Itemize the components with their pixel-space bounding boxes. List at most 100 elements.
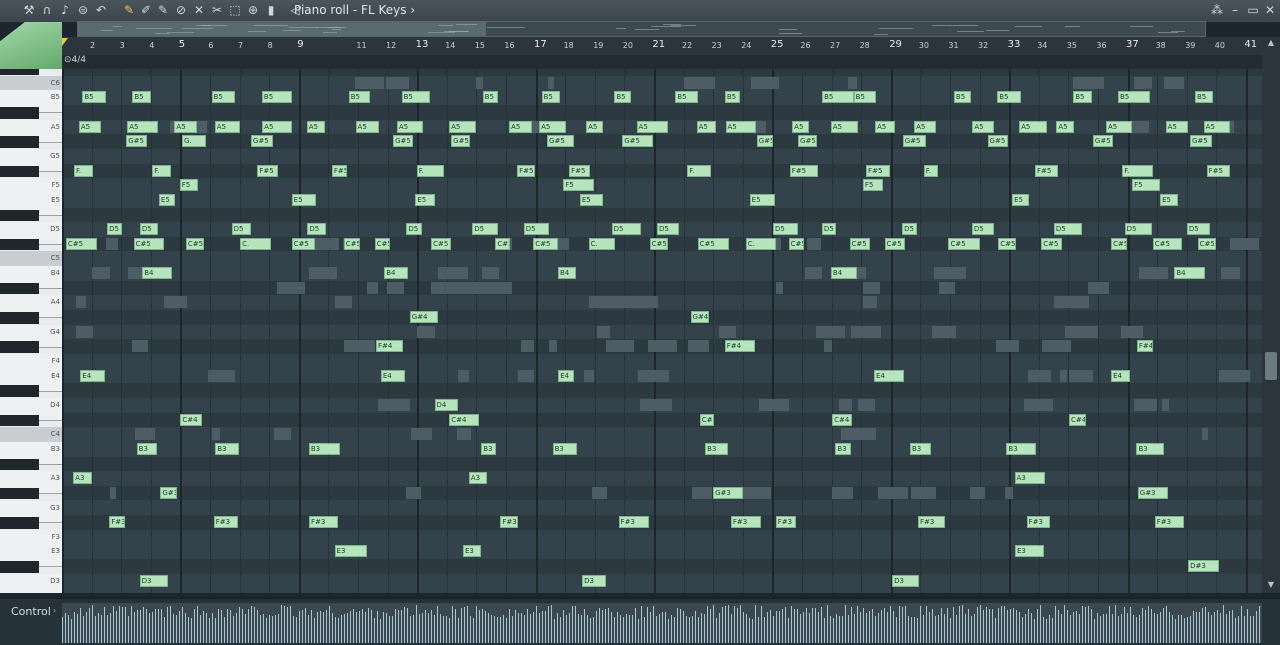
velocity-bar[interactable] xyxy=(1244,616,1245,643)
velocity-bar[interactable] xyxy=(299,611,300,643)
velocity-bar[interactable] xyxy=(647,607,648,643)
pencil-icon[interactable]: ✎ xyxy=(122,2,136,19)
velocity-bar[interactable] xyxy=(890,606,891,643)
black-key-as3[interactable] xyxy=(0,459,39,471)
velocity-bar[interactable] xyxy=(467,606,468,643)
velocity-bar[interactable] xyxy=(677,608,678,643)
note[interactable]: C#5 xyxy=(134,238,164,250)
velocity-bar[interactable] xyxy=(557,613,558,643)
velocity-bar[interactable] xyxy=(923,615,924,643)
piano-keyboard[interactable]: C6 B5 A5 G5 F5 E5 D5 C5 B4 A4 G4 F4 E4 D4 C4 B3 A3 G3 F3 E3… xyxy=(0,69,62,593)
note[interactable]: C#5 xyxy=(885,238,906,250)
velocity-bar[interactable] xyxy=(995,618,996,643)
bar-number[interactable]: 33 xyxy=(1008,39,1021,50)
velocity-bar[interactable] xyxy=(1127,613,1128,643)
note[interactable]: C#5 xyxy=(850,238,870,250)
velocity-bar[interactable] xyxy=(329,606,330,643)
note[interactable]: D5 xyxy=(232,223,251,235)
velocity-bar[interactable] xyxy=(140,610,141,643)
note[interactable]: F#3 xyxy=(109,516,125,528)
bar-number[interactable]: 23 xyxy=(712,41,722,50)
velocity-bar[interactable] xyxy=(734,606,735,643)
velocity-bar[interactable] xyxy=(716,618,717,643)
velocity-bar[interactable] xyxy=(245,614,246,643)
velocity-bar[interactable] xyxy=(920,606,921,643)
velocity-bar[interactable] xyxy=(281,605,282,643)
velocity-bar[interactable] xyxy=(740,605,741,643)
note[interactable]: D5 xyxy=(107,223,122,235)
velocity-bar[interactable] xyxy=(692,616,693,643)
velocity-bar[interactable] xyxy=(452,606,453,643)
velocity-bar[interactable] xyxy=(233,616,234,644)
velocity-bar[interactable] xyxy=(176,615,177,643)
note[interactable]: F#3 xyxy=(619,516,650,528)
velocity-bar[interactable] xyxy=(212,613,213,643)
velocity-bar[interactable] xyxy=(713,605,714,643)
velocity-bar[interactable] xyxy=(503,615,504,643)
velocity-bar[interactable] xyxy=(524,615,525,643)
velocity-bar[interactable] xyxy=(179,611,180,643)
note[interactable]: D3 xyxy=(582,575,606,587)
velocity-bar[interactable] xyxy=(620,615,621,643)
note[interactable]: F#3 xyxy=(1027,516,1050,528)
velocity-bar[interactable] xyxy=(308,615,309,643)
black-key-cs4[interactable] xyxy=(0,415,39,427)
playback-icon[interactable]: ▮ xyxy=(264,2,278,19)
note[interactable]: E3 xyxy=(1015,545,1044,557)
velocity-bar[interactable] xyxy=(755,605,756,643)
velocity-bar[interactable] xyxy=(629,615,630,643)
velocity-bar[interactable] xyxy=(80,608,81,643)
velocity-bar[interactable] xyxy=(131,606,132,643)
note[interactable]: A5 xyxy=(174,121,196,133)
velocity-bar[interactable] xyxy=(197,606,198,643)
bar-number[interactable]: 5 xyxy=(179,39,185,50)
note[interactable]: E5 xyxy=(159,194,175,206)
velocity-bar[interactable] xyxy=(977,607,978,643)
velocity-bar[interactable] xyxy=(1028,609,1029,643)
velocity-bar[interactable] xyxy=(809,613,810,643)
velocity-bar[interactable] xyxy=(950,618,951,643)
velocity-bar[interactable] xyxy=(782,609,783,643)
note[interactable]: B5 xyxy=(402,91,430,103)
velocity-bar[interactable] xyxy=(476,606,477,643)
velocity-bar[interactable] xyxy=(323,612,324,643)
note[interactable]: F#3 xyxy=(731,516,761,528)
velocity-bar[interactable] xyxy=(458,618,459,643)
bar-number[interactable]: 22 xyxy=(682,41,692,50)
velocity-bar[interactable] xyxy=(317,612,318,643)
velocity-bar[interactable] xyxy=(974,614,975,643)
note[interactable]: C#4 xyxy=(1069,414,1086,426)
bar-number[interactable]: 14 xyxy=(445,41,455,50)
velocity-bar[interactable] xyxy=(983,610,984,643)
velocity-bar[interactable] xyxy=(665,612,666,643)
note[interactable]: B5 xyxy=(483,91,498,103)
bar-number[interactable]: 35 xyxy=(1067,41,1077,50)
velocity-bar[interactable] xyxy=(1205,607,1206,643)
velocity-bar[interactable] xyxy=(818,612,819,643)
velocity-bar[interactable] xyxy=(908,616,909,643)
note[interactable]: B5 xyxy=(997,91,1021,103)
velocity-bar[interactable] xyxy=(812,608,813,643)
velocity-bar[interactable] xyxy=(986,607,987,643)
note[interactable]: C#4 xyxy=(449,414,479,426)
velocity-bar[interactable] xyxy=(404,607,405,643)
maximize-button[interactable]: ▭ xyxy=(1246,2,1260,19)
note[interactable]: G#5 xyxy=(798,135,817,147)
velocity-bar[interactable] xyxy=(1103,614,1104,643)
velocity-bar[interactable] xyxy=(731,614,732,643)
velocity-bar[interactable] xyxy=(494,616,495,643)
velocity-bar[interactable] xyxy=(560,617,561,643)
note[interactable]: F#3 xyxy=(918,516,945,528)
note[interactable]: A5 xyxy=(875,121,895,133)
bar-number[interactable]: 27 xyxy=(830,41,840,50)
velocity-bar[interactable] xyxy=(1058,610,1059,643)
velocity-bar[interactable] xyxy=(122,607,123,643)
velocity-bar[interactable] xyxy=(1031,613,1032,643)
velocity-bar[interactable] xyxy=(431,610,432,643)
velocity-bar[interactable] xyxy=(1169,612,1170,643)
velocity-bar[interactable] xyxy=(704,614,705,643)
select-icon[interactable]: ⬚ xyxy=(228,2,242,19)
velocity-bar[interactable] xyxy=(770,610,771,643)
velocity-bar[interactable] xyxy=(200,615,201,643)
velocity-bar[interactable] xyxy=(1019,612,1020,643)
